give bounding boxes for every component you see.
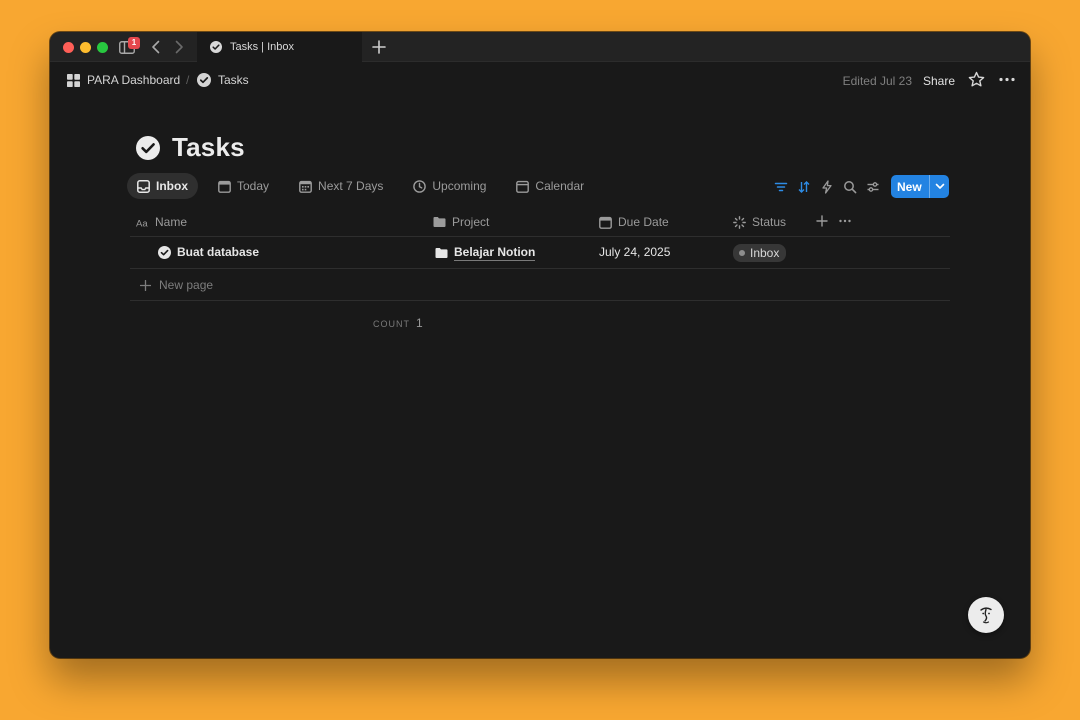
star-icon[interactable] <box>968 71 985 88</box>
new-page-button[interactable]: New page <box>140 278 213 292</box>
share-button[interactable]: Share <box>923 74 955 88</box>
due-date-cell[interactable]: July 24, 2025 <box>599 245 670 259</box>
folder-icon <box>433 216 446 229</box>
column-header-label: Project <box>452 215 490 229</box>
folder-icon <box>435 247 448 259</box>
add-property-icon[interactable] <box>816 215 828 227</box>
view-tab-upcoming[interactable]: Upcoming <box>403 173 496 199</box>
clock-icon <box>413 179 427 193</box>
view-tab-inbox[interactable]: Inbox <box>127 173 198 199</box>
calendar-grid-icon <box>299 180 312 193</box>
more-options-icon[interactable] <box>998 71 1016 88</box>
calendar-icon <box>218 180 231 193</box>
back-arrow-icon[interactable] <box>148 39 162 55</box>
view-tab-label: Next 7 Days <box>318 179 384 193</box>
page-title: Tasks <box>172 132 245 162</box>
browser-window: 1 Tasks | Inbox PARA Dashboard / Tasks E… <box>50 32 1030 658</box>
column-header-name[interactable]: Aa Name <box>136 215 187 229</box>
text-aa-icon: Aa <box>136 216 149 229</box>
check-circle-icon <box>197 73 211 87</box>
settings-sliders-icon[interactable] <box>866 180 880 194</box>
maximize-window-button[interactable] <box>97 42 108 53</box>
inbox-icon <box>137 179 150 193</box>
view-tab-label: Today <box>237 179 270 193</box>
count-label: COUNT <box>373 319 410 329</box>
check-circle-icon <box>158 245 171 259</box>
new-page-label: New page <box>159 278 214 292</box>
plus-icon <box>140 279 151 291</box>
view-tab-calendar[interactable]: Calendar <box>506 173 594 199</box>
search-icon[interactable] <box>843 180 857 194</box>
calendar-icon <box>516 180 530 193</box>
edited-timestamp: Edited Jul 23 <box>842 74 912 88</box>
column-header-due-date[interactable]: Due Date <box>599 215 669 229</box>
count-value: 1 <box>416 316 423 330</box>
column-header-label: Name <box>155 215 188 229</box>
breadcrumb-label: Tasks <box>218 73 249 87</box>
view-tab-label: Inbox <box>156 179 188 193</box>
table-row[interactable]: Buat database Belajar Notion July 24, 20… <box>130 237 950 269</box>
column-header-label: Due Date <box>618 215 669 229</box>
column-header-project[interactable]: Project <box>433 215 489 229</box>
status-spinner-icon <box>733 215 746 229</box>
check-circle-icon <box>210 41 222 53</box>
sort-icon[interactable] <box>797 180 811 194</box>
page-topbar: PARA Dashboard / Tasks Edited Jul 23 Sha… <box>50 63 1030 99</box>
chevron-down-icon[interactable] <box>930 175 949 198</box>
project-link[interactable]: Belajar Notion <box>454 245 536 261</box>
view-tab-label: Upcoming <box>432 179 487 193</box>
lightning-icon[interactable] <box>820 180 834 194</box>
new-button-label: New <box>897 179 922 194</box>
new-page-row[interactable]: New page <box>130 269 950 301</box>
breadcrumb-para-dashboard[interactable]: PARA Dashboard <box>67 73 180 87</box>
forward-arrow-icon[interactable] <box>172 39 186 55</box>
database-toolbar <box>774 175 880 199</box>
breadcrumb-separator: / <box>186 73 190 87</box>
check-circle-icon <box>136 135 160 160</box>
browser-tab-active[interactable]: Tasks | Inbox <box>197 32 362 62</box>
minimize-window-button[interactable] <box>80 42 91 53</box>
project-cell[interactable]: Belajar Notion <box>435 245 536 261</box>
view-tab-next-7-days[interactable]: Next 7 Days <box>289 173 393 199</box>
view-tab-today[interactable]: Today <box>208 173 279 199</box>
tasks-table: Aa Name Project Due Date Status Buat dat… <box>130 210 950 301</box>
tab-count-badge: 1 <box>128 37 140 49</box>
breadcrumb-label: PARA Dashboard <box>87 73 181 87</box>
view-tabs: Inbox Today Next 7 Days Upcoming Calenda… <box>127 173 594 199</box>
calendar-icon <box>599 216 612 229</box>
status-dot <box>739 250 745 256</box>
task-name: Buat database <box>177 245 260 259</box>
more-options-icon[interactable] <box>838 215 852 227</box>
status-badge: Inbox <box>733 244 787 262</box>
svg-text:Aa: Aa <box>136 218 148 229</box>
column-header-status[interactable]: Status <box>733 215 786 229</box>
view-tab-label: Calendar <box>535 179 585 193</box>
column-header-label: Status <box>752 215 787 229</box>
status-cell[interactable]: Inbox <box>733 244 787 262</box>
help-avatar-icon[interactable] <box>968 597 1004 633</box>
status-label: Inbox <box>750 246 780 260</box>
new-tab-icon[interactable] <box>370 38 388 56</box>
filter-icon[interactable] <box>774 180 788 194</box>
grid-icon <box>67 73 80 87</box>
page-title-row: Tasks <box>136 132 245 163</box>
table-header: Aa Name Project Due Date Status <box>130 210 950 237</box>
tab-title: Tasks | Inbox <box>230 41 294 53</box>
tab-bar: 1 Tasks | Inbox <box>50 32 1030 62</box>
new-button[interactable]: New <box>891 175 949 198</box>
breadcrumb-tasks[interactable]: Tasks <box>197 73 249 87</box>
task-name-cell[interactable]: Buat database <box>158 245 259 259</box>
row-count[interactable]: COUNT 1 <box>373 316 423 330</box>
close-window-button[interactable] <box>63 42 74 53</box>
